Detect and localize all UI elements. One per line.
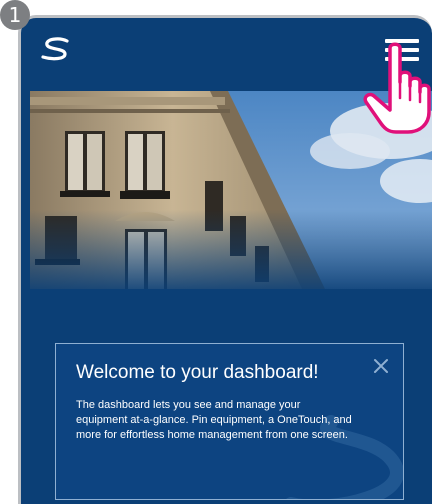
pointing-hand-icon <box>363 42 431 134</box>
step-number-badge: 1 <box>0 0 30 30</box>
welcome-title: Welcome to your dashboard! <box>76 362 319 383</box>
welcome-card: Welcome to your dashboard! The dashboard… <box>55 343 404 500</box>
brand-logo-icon <box>41 37 69 61</box>
welcome-description: The dashboard lets you see and manage yo… <box>76 399 352 441</box>
close-icon[interactable] <box>371 356 391 376</box>
